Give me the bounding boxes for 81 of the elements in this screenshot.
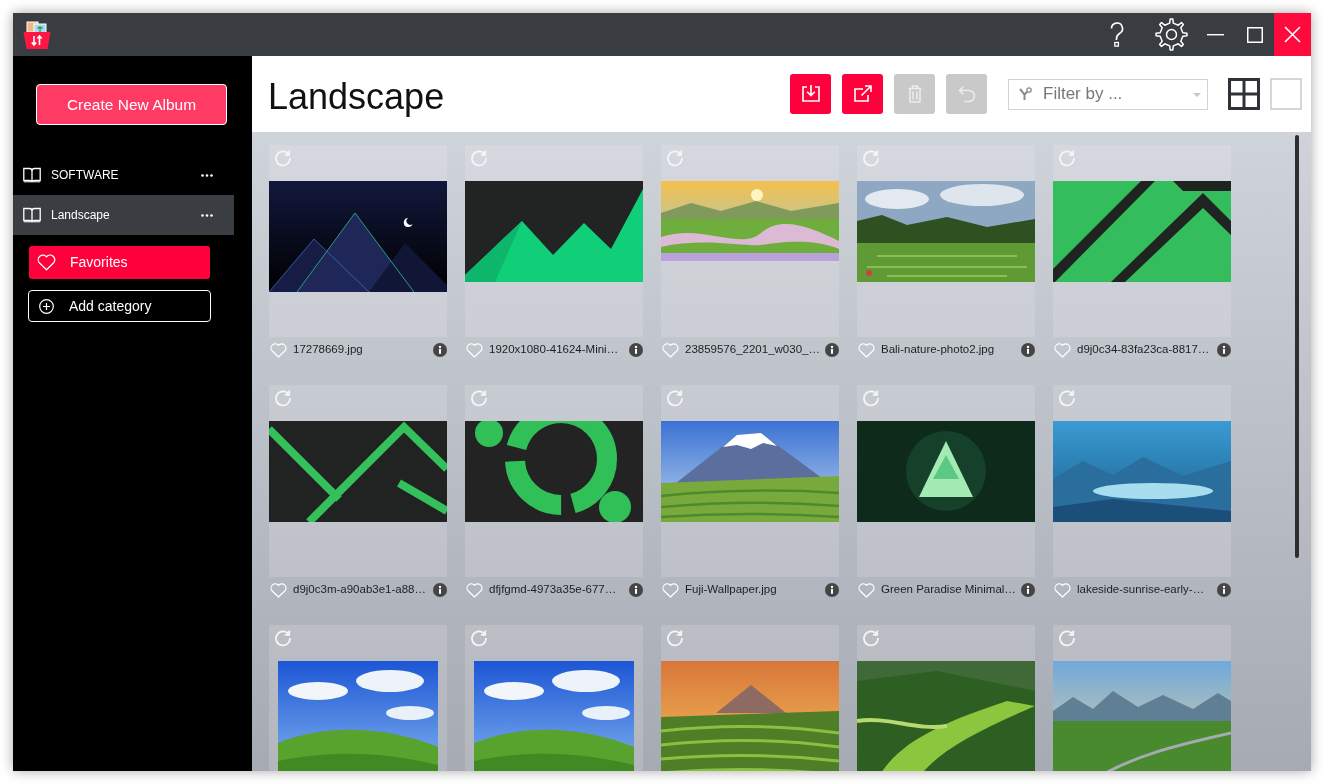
rotate-icon[interactable] [862, 389, 880, 407]
heart-icon[interactable] [858, 582, 875, 598]
thumbnail-card[interactable] [465, 385, 643, 577]
thumbnail-card[interactable] [661, 145, 839, 337]
info-icon[interactable] [629, 583, 643, 597]
rotate-icon[interactable] [470, 389, 488, 407]
more-icon[interactable] [201, 213, 213, 217]
heart-icon[interactable] [858, 342, 875, 358]
rotate-icon[interactable] [666, 629, 684, 647]
scrollbar-thumb[interactable] [1295, 135, 1299, 558]
heart-icon[interactable] [466, 582, 483, 598]
thumbnail-card[interactable] [269, 145, 447, 337]
thumbnail-card[interactable] [1053, 145, 1231, 337]
rotate-icon[interactable] [862, 629, 880, 647]
file-name: 17278669.jpg [293, 342, 363, 358]
file-name: Green Paradise Minimal… [881, 582, 1016, 598]
book-icon [23, 167, 41, 183]
file-name: d9j0c3m-a90ab3e1-a88… [293, 582, 426, 598]
info-icon[interactable] [433, 583, 447, 597]
settings-icon [1154, 18, 1188, 51]
album-label: SOFTWARE [51, 167, 119, 184]
rotate-icon[interactable] [666, 389, 684, 407]
thumbnail-card[interactable] [269, 385, 447, 577]
heart-icon[interactable] [662, 342, 679, 358]
thumbnail-card[interactable] [661, 625, 839, 771]
thumbnail-card[interactable] [1053, 625, 1231, 771]
info-icon[interactable] [629, 343, 643, 357]
heart-icon[interactable] [270, 582, 287, 598]
heart-icon[interactable] [466, 342, 483, 358]
thumbnail-card[interactable] [857, 625, 1035, 771]
info-icon[interactable] [1217, 583, 1231, 597]
rotate-icon[interactable] [1058, 629, 1076, 647]
thumbnail-card[interactable] [1053, 385, 1231, 577]
file-name: 23859576_2201_w030_… [685, 342, 820, 358]
info-icon[interactable] [1217, 343, 1231, 357]
maximize-icon [1246, 26, 1263, 43]
import-button[interactable] [790, 74, 831, 114]
grid-view-icon[interactable] [1228, 78, 1260, 110]
plus-circle-icon [39, 298, 54, 314]
heart-icon[interactable] [1054, 342, 1071, 358]
heart-icon[interactable] [270, 342, 287, 358]
filter-field[interactable]: Filter by ... [1008, 78, 1208, 110]
info-icon[interactable] [825, 343, 839, 357]
filter-icon [1019, 86, 1032, 101]
thumbnail-card[interactable] [465, 145, 643, 337]
single-view-icon[interactable] [1270, 78, 1302, 110]
rotate-icon[interactable] [1058, 389, 1076, 407]
album-label: Landscape [51, 207, 110, 224]
rotate-icon[interactable] [470, 629, 488, 647]
favorites-button[interactable]: Favorites [29, 246, 210, 279]
thumbnail-card[interactable] [857, 385, 1035, 577]
file-name: Bali-nature-photo2.jpg [881, 342, 995, 358]
file-name: dfjfgmd-4973a35e-677… [489, 582, 617, 598]
info-icon[interactable] [433, 343, 447, 357]
file-name: Fuji-Wallpaper.jpg [685, 582, 777, 598]
thumbnail-card[interactable] [857, 145, 1035, 337]
rotate-icon[interactable] [274, 629, 292, 647]
add-category-button[interactable]: Add category [28, 290, 211, 322]
more-icon[interactable] [201, 173, 213, 177]
thumbnail-card[interactable] [269, 625, 447, 771]
app-logo-icon [22, 19, 52, 50]
heart-icon[interactable] [662, 582, 679, 598]
info-icon[interactable] [825, 583, 839, 597]
thumbnail-card[interactable] [465, 625, 643, 771]
heart-icon[interactable] [1054, 582, 1071, 598]
book-icon [23, 207, 41, 223]
thumbnail-card[interactable] [661, 385, 839, 577]
export-button[interactable] [842, 74, 883, 114]
help-icon [1109, 21, 1125, 48]
file-name: d9j0c34-83fa23ca-8817… [1077, 342, 1210, 358]
heart-icon [37, 254, 56, 271]
info-icon[interactable] [1021, 343, 1035, 357]
file-name: lakeside-sunrise-early-… [1077, 582, 1205, 598]
caret-icon [1193, 92, 1201, 97]
minimize-icon [1206, 33, 1224, 36]
album-item[interactable]: Landscape [13, 195, 234, 235]
info-icon[interactable] [1021, 583, 1035, 597]
close-icon [1284, 26, 1301, 43]
page-title: Landscape [268, 74, 446, 115]
file-name: 1920x1080-41624-Mini… [489, 342, 619, 358]
rotate-icon[interactable] [274, 389, 292, 407]
